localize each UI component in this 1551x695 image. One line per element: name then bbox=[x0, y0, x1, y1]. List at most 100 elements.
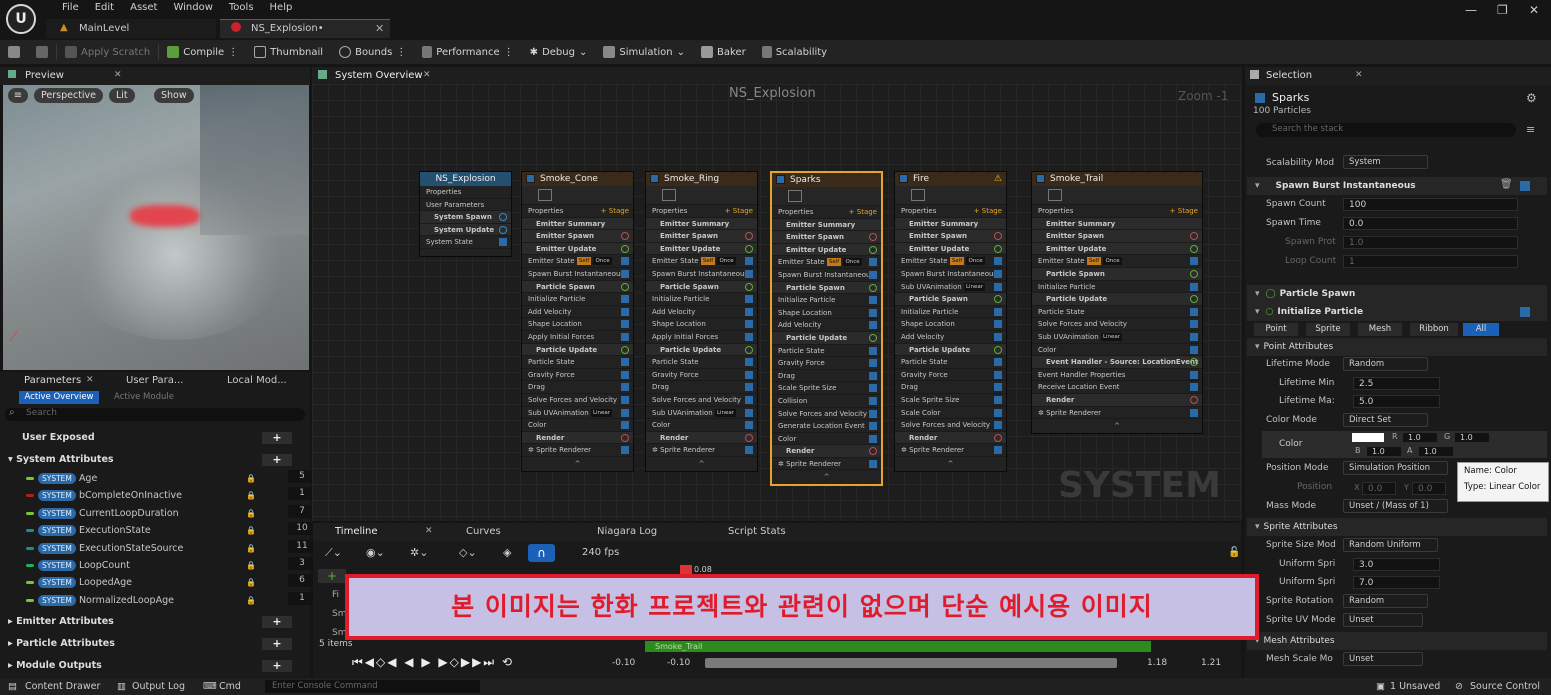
sprite-size-mode-dropdown[interactable]: Random Uniform bbox=[1343, 538, 1438, 552]
emitter-module-row[interactable]: Add Velocity bbox=[895, 331, 1006, 344]
emitter-module-row[interactable]: Particle Update bbox=[522, 343, 633, 357]
emitter-module-row[interactable]: Emitter Summary bbox=[1032, 217, 1202, 231]
enabled-checkbox[interactable] bbox=[1190, 383, 1198, 392]
add-track-button[interactable]: + bbox=[318, 569, 346, 583]
enabled-checkbox[interactable] bbox=[621, 332, 629, 341]
enabled-checkbox[interactable] bbox=[621, 358, 629, 367]
spawn-time-input[interactable]: 0.0 bbox=[1343, 217, 1518, 230]
enabled-checkbox[interactable] bbox=[745, 421, 753, 430]
enabled-checkbox[interactable] bbox=[869, 346, 877, 355]
remove-icon[interactable] bbox=[994, 433, 1002, 442]
emitter-node[interactable]: Smoke_Cone Properties + Stage Emitter Summa… bbox=[521, 171, 634, 472]
enabled-checkbox[interactable] bbox=[621, 383, 629, 392]
emitter-module-row[interactable]: Solve Forces and Velocity bbox=[522, 394, 633, 407]
emitter-module-row[interactable]: Initialize Particle bbox=[1032, 281, 1202, 294]
add-icon[interactable] bbox=[745, 345, 753, 354]
close-tab-icon[interactable]: ✕ bbox=[86, 375, 94, 385]
emitter-module-row[interactable]: ✲ Sprite Renderer bbox=[895, 444, 1006, 457]
emitter-module-row[interactable]: Gravity Force bbox=[895, 369, 1006, 382]
track-bar-smoke-trail[interactable] bbox=[645, 641, 1151, 652]
stage-button[interactable]: + Stage bbox=[1170, 205, 1198, 217]
emitter-module-row[interactable]: Color bbox=[772, 433, 881, 446]
enabled-checkbox[interactable] bbox=[869, 321, 877, 330]
add-icon[interactable] bbox=[1190, 295, 1198, 304]
emitter-module-row[interactable]: Particle Spawn bbox=[895, 293, 1006, 306]
emitter-module-row[interactable]: Gravity Force bbox=[772, 357, 881, 370]
emitter-module-row[interactable]: Sub UVAnimation Linear bbox=[646, 407, 757, 420]
enabled-checkbox[interactable] bbox=[994, 307, 1002, 316]
baker-button[interactable]: Baker bbox=[693, 40, 754, 64]
emitter-module-row[interactable]: Emitter Update bbox=[772, 243, 881, 257]
enabled-checkbox[interactable] bbox=[994, 383, 1002, 392]
gear-icon[interactable]: ⚙ bbox=[1526, 91, 1537, 105]
enabled-checkbox[interactable] bbox=[745, 320, 753, 329]
menu-asset[interactable]: Asset bbox=[122, 1, 165, 15]
show-button[interactable]: Show bbox=[154, 88, 194, 103]
emitter-module-row[interactable]: Gravity Force bbox=[646, 369, 757, 382]
enabled-checkbox[interactable] bbox=[869, 359, 877, 368]
tab-curves[interactable]: Curves bbox=[466, 526, 501, 537]
filter-button-sprite[interactable]: Sprite bbox=[1306, 323, 1350, 336]
lit-button[interactable]: Lit bbox=[109, 88, 135, 103]
add-emitter-attribute-button[interactable]: + bbox=[262, 616, 292, 628]
initialize-particle-header[interactable]: ▾ ○ Initialize Particle bbox=[1247, 303, 1547, 321]
emitter-module-row[interactable]: Add Velocity bbox=[772, 319, 881, 332]
enabled-checkbox[interactable] bbox=[1190, 345, 1198, 354]
emitter-enabled-checkbox[interactable] bbox=[526, 174, 535, 183]
emitter-module-row[interactable]: Emitter Update bbox=[1032, 242, 1202, 256]
system-spawn-row[interactable]: System Spawn bbox=[420, 211, 511, 224]
menu-file[interactable]: File bbox=[54, 1, 87, 15]
emitter-module-row[interactable]: Event Handler Properties bbox=[1032, 369, 1202, 382]
enabled-checkbox[interactable] bbox=[621, 395, 629, 404]
emitter-module-row[interactable]: ✲ Sprite Renderer bbox=[522, 444, 633, 457]
emitter-module-row[interactable]: Add Velocity bbox=[522, 306, 633, 319]
more-icon[interactable]: ⋮ bbox=[228, 47, 238, 58]
enabled-checkbox[interactable] bbox=[745, 395, 753, 404]
add-icon[interactable] bbox=[869, 333, 877, 342]
emitter-module-row[interactable]: Particle Update bbox=[895, 343, 1006, 357]
enabled-checkbox[interactable] bbox=[621, 370, 629, 379]
emitter-module-row[interactable]: Particle State bbox=[522, 356, 633, 369]
system-attribute-row[interactable]: SYSTEM NormalizedLoopAge 🔒 1 bbox=[26, 591, 326, 609]
emitter-module-row[interactable]: Sub UVAnimation Linear bbox=[895, 281, 1006, 294]
cmd-dropdown[interactable]: Cmd bbox=[219, 678, 241, 695]
add-system-attribute-button[interactable]: + bbox=[262, 454, 292, 466]
enabled-checkbox[interactable] bbox=[1190, 320, 1198, 329]
emitter-module-row[interactable]: Initialize Particle bbox=[522, 293, 633, 306]
emitter-module-row[interactable]: Shape Location bbox=[522, 318, 633, 331]
emitter-module-row[interactable]: Scale Color bbox=[895, 407, 1006, 420]
stage-button[interactable]: + Stage bbox=[601, 205, 629, 217]
emitter-module-row[interactable]: Sub UVAnimation Linear bbox=[1032, 331, 1202, 344]
bounds-button[interactable]: Bounds ⋮ bbox=[331, 40, 414, 64]
remove-icon[interactable] bbox=[869, 233, 877, 242]
compile-button[interactable]: Compile ⋮ bbox=[159, 40, 246, 64]
emitter-module-row[interactable]: Particle State bbox=[895, 356, 1006, 369]
emitter-module-row[interactable]: Emitter Update bbox=[646, 242, 757, 256]
emitter-module-row[interactable]: Render bbox=[772, 445, 881, 458]
enabled-checkbox[interactable] bbox=[869, 258, 877, 267]
mesh-scale-dropdown[interactable]: Unset bbox=[1343, 652, 1423, 666]
add-icon[interactable] bbox=[499, 213, 507, 222]
add-icon[interactable] bbox=[621, 244, 629, 253]
emitter-module-row[interactable]: Color bbox=[522, 419, 633, 432]
add-icon[interactable] bbox=[499, 225, 507, 234]
system-properties-row[interactable]: Properties bbox=[420, 186, 511, 199]
lock-icon[interactable]: 🔓 bbox=[1228, 547, 1240, 558]
uniform-max-input[interactable]: 7.0 bbox=[1353, 576, 1440, 589]
system-user-parameters-row[interactable]: User Parameters bbox=[420, 199, 511, 212]
close-tab-icon[interactable]: ✕ bbox=[114, 70, 122, 80]
emitter-module-row[interactable]: Particle Update bbox=[646, 343, 757, 357]
unreal-logo-icon[interactable]: U bbox=[6, 4, 36, 34]
emitter-module-row[interactable]: Scale Sprite Size bbox=[772, 382, 881, 395]
emitter-title-bar[interactable]: Smoke_Ring bbox=[646, 172, 757, 186]
emitter-module-row[interactable]: Initialize Particle bbox=[895, 306, 1006, 319]
enabled-checkbox[interactable] bbox=[994, 370, 1002, 379]
emitter-title-bar[interactable]: Sparks bbox=[772, 173, 881, 187]
menu-edit[interactable]: Edit bbox=[87, 1, 122, 15]
system-attribute-row[interactable]: SYSTEM CurrentLoopDuration 🔒 7 bbox=[26, 504, 326, 522]
add-icon[interactable] bbox=[994, 295, 1002, 304]
add-icon[interactable] bbox=[1190, 244, 1198, 253]
lifetime-min-input[interactable]: 2.5 bbox=[1353, 377, 1440, 390]
emitter-module-row[interactable]: Emitter Summary bbox=[895, 217, 1006, 231]
emitter-module-row[interactable]: Drag bbox=[646, 381, 757, 394]
